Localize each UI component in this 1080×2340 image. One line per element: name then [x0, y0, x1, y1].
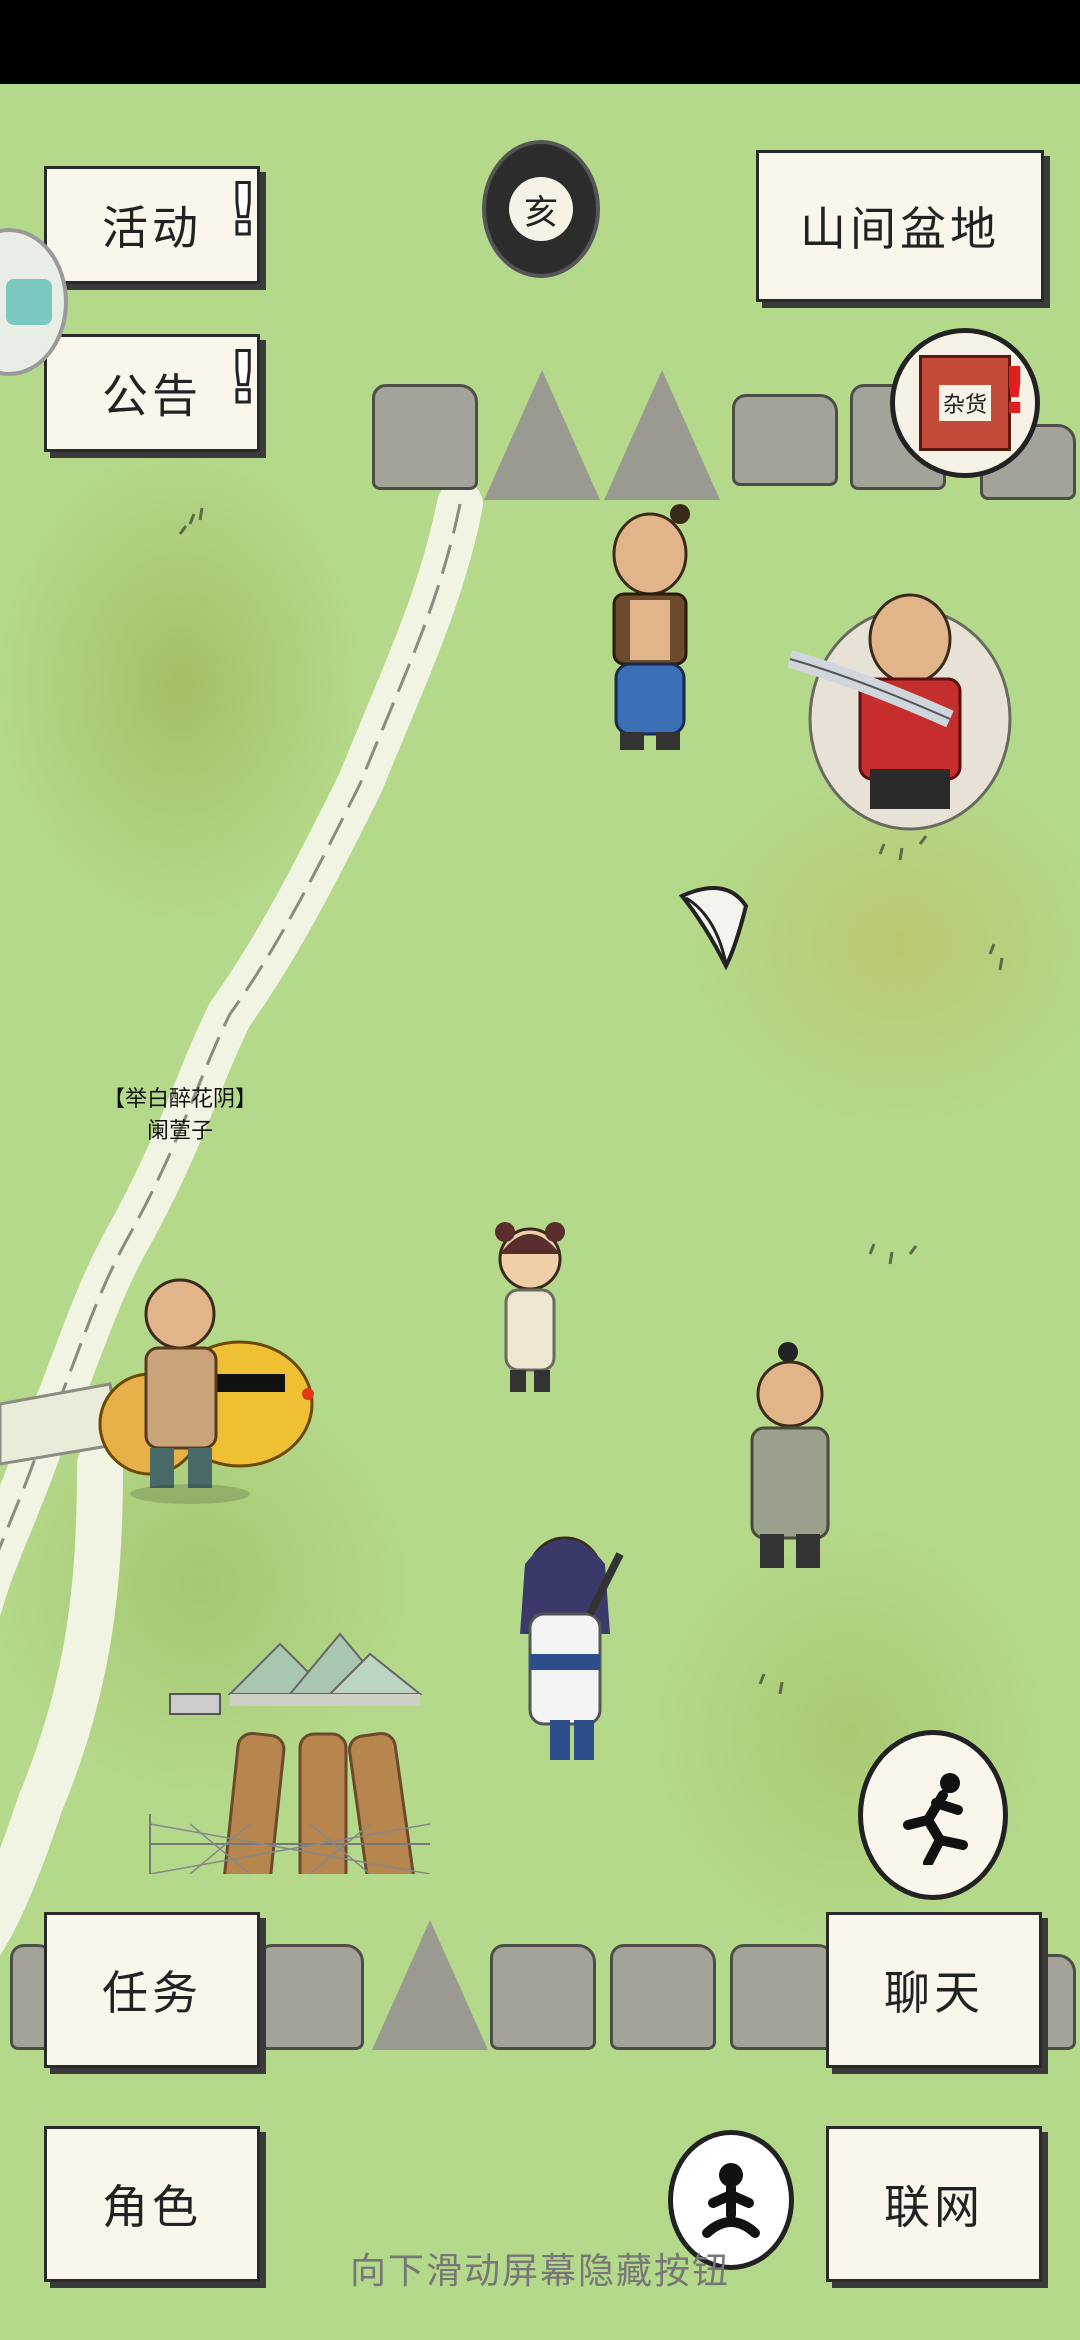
npc-nametag: 【举白醉花阴】 阑萱子	[90, 1084, 270, 1148]
npc-name: 阑萱子	[146, 1119, 213, 1144]
meditate-glyph	[702, 2163, 760, 2238]
mountain	[604, 370, 720, 500]
activity-alert-icon: !	[226, 169, 263, 251]
location-button[interactable]: 山间盆地	[756, 150, 1044, 302]
shop-alert-icon: !	[1000, 355, 1030, 429]
mountain	[372, 1920, 488, 2050]
network-label: 联网	[884, 2180, 984, 2234]
npc-bandit[interactable]	[580, 494, 720, 764]
time-icon-inner: 亥	[509, 177, 573, 241]
activity-label: 活动	[102, 201, 202, 255]
runner-glyph	[903, 1773, 968, 1865]
task-label: 任务	[102, 1966, 202, 2020]
shop-building: 杂货	[919, 355, 1011, 451]
mountain	[484, 370, 600, 500]
time-char: 亥	[524, 192, 558, 233]
role-label: 角色	[102, 2180, 202, 2234]
npc-swordsman[interactable]	[490, 1494, 640, 1784]
rock	[372, 384, 478, 490]
farm-field[interactable]	[130, 1574, 470, 1874]
npc-title: 【举白醉花阴】	[102, 1087, 257, 1112]
activity-button[interactable]: 活动 !	[44, 166, 263, 284]
run-icon[interactable]	[858, 1730, 1008, 1900]
notice-label: 公告	[102, 369, 202, 423]
rock	[732, 394, 838, 486]
npc-scholar[interactable]	[730, 1334, 850, 1584]
time-icon[interactable]: 亥	[482, 140, 600, 278]
status-bar	[0, 0, 1080, 84]
rock	[730, 1944, 836, 2050]
side-tab-badge	[6, 279, 52, 325]
rock	[610, 1944, 716, 2050]
rock	[258, 1944, 364, 2050]
chat-label: 聊天	[884, 1966, 984, 2020]
shop-sign: 杂货	[938, 385, 991, 421]
npc-boss[interactable]	[780, 569, 1020, 839]
notice-button[interactable]: 公告 !	[44, 334, 263, 452]
player-girl[interactable]	[480, 1214, 580, 1404]
rock	[490, 1944, 596, 2050]
location-label: 山间盆地	[800, 202, 1000, 256]
task-button[interactable]: 任务	[44, 1912, 260, 2068]
leaf-icon	[678, 886, 749, 971]
hide-buttons-hint: 向下滑动屏幕隐藏按钮	[349, 2251, 730, 2292]
chat-button[interactable]: 聊天	[826, 1912, 1042, 2068]
npc-monk-with-pig[interactable]	[90, 1254, 320, 1514]
notice-alert-icon: !	[226, 337, 263, 419]
